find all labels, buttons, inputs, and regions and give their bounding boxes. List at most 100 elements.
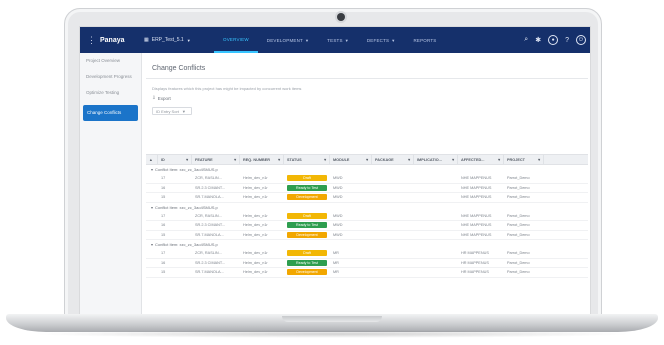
chevron-down-icon: ▼ (344, 37, 349, 43)
cell-feature[interactable]: ZCR, RASLIN... (192, 249, 240, 258)
cell-implication (414, 184, 458, 193)
nav-tab-label: DEFECTS (366, 37, 390, 43)
row-spacer (146, 184, 158, 193)
export-button[interactable]: ⇩ Export (146, 93, 588, 103)
cell-id: 17 (161, 251, 166, 256)
help-icon[interactable]: ? (565, 37, 569, 44)
cell-feature[interactable]: SR.7.MANOLA... (192, 193, 240, 202)
filter-icon[interactable]: ▾ (408, 157, 410, 162)
group-row[interactable]: ▾ Conflict Item: xzc_zc_3ao4SMUS.p (146, 165, 588, 174)
column-header-label: PACKAGE (375, 157, 394, 162)
table-row[interactable]: 16 SR.2.3 CIMANT... Helm_dev_n1r Ready to T… (146, 184, 588, 193)
chevron-down-icon: ▼ (186, 37, 191, 43)
project-name: ERP_Test_5.1 (151, 37, 184, 43)
filter-icon[interactable]: ▾ (234, 157, 236, 162)
nav-tab-development[interactable]: DEVELOPMENT ▼ (258, 27, 318, 53)
cell-feature[interactable]: SR.2.3 CIMANT... (192, 184, 240, 193)
column-header[interactable]: STATUS ▾ (284, 155, 330, 164)
group-by-dropdown[interactable]: ID Entry Sort ▼ (152, 107, 192, 115)
column-header-label: AFFECTED... (461, 157, 485, 162)
column-header[interactable]: PACKAGE ▾ (372, 155, 414, 164)
cell-project: Parrot_Demo (507, 195, 530, 200)
group-row[interactable]: ▾ Conflict Item: xzc_zc_3ao4SMUS.p (146, 203, 588, 212)
column-header[interactable]: REQ. NUMBER ▾ (240, 155, 284, 164)
menu-icon[interactable]: ⋮ (87, 35, 96, 46)
project-selector[interactable]: ▦ ERP_Test_5.1 ▼ (144, 37, 214, 43)
cell-feature[interactable]: ZCR, RASLIN... (192, 212, 240, 221)
status-badge: Development (287, 194, 327, 201)
status-badge: Development (287, 231, 327, 238)
filter-icon[interactable]: ▾ (278, 157, 280, 162)
table-row[interactable]: 15 SR.7.MANOLA... Helm_dev_n1r Development M… (146, 231, 588, 240)
column-header[interactable]: MODULE ▾ (330, 155, 372, 164)
sidebar-item-project-overview[interactable]: Project Overview (80, 53, 141, 69)
cell-req-number: Helm_dev_n1r (243, 270, 268, 275)
sidebar-item-optimize-testing[interactable]: Optimize Testing (80, 85, 141, 101)
nav-tab-defects[interactable]: DEFECTS ▼ (358, 27, 405, 53)
table-row[interactable]: 17 ZCR, RASLIN... Helm_dev_n1r Draft MR HR MA… (146, 249, 588, 259)
chevron-down-icon: ▼ (181, 108, 186, 114)
cell-affected: HR MAPPENUS (461, 251, 489, 256)
cell-id: 16 (161, 260, 166, 265)
cell-module: MR (333, 251, 339, 256)
column-header[interactable]: AFFECTED... ▾ (458, 155, 504, 164)
column-header[interactable]: IMPLICATIO... ▾ (414, 155, 458, 164)
gear-icon[interactable]: ✱ (535, 36, 541, 44)
top-right-icons: ⌕ ✱ ● ? ⏻ (524, 27, 586, 53)
group-label: Conflict Item: xzc_zc_3ao4SMUS.p (155, 167, 218, 172)
filter-icon[interactable]: ▾ (324, 157, 326, 162)
cell-affected: NHE MAPPENUS (461, 223, 492, 228)
power-icon[interactable]: ⏻ (576, 35, 586, 45)
cell-project: Parrot_Demo (507, 251, 530, 256)
column-header[interactable]: FEATURE ▾ (192, 155, 240, 164)
table-row[interactable]: 16 SR.2.3 CIMANT... Helm_dev_n1r Ready to T… (146, 259, 588, 268)
cell-feature[interactable]: SR.2.3 CIMANT... (192, 221, 240, 230)
filter-icon[interactable]: ▾ (186, 157, 188, 162)
grid-icon: ▦ (144, 37, 149, 43)
cell-feature[interactable]: SR.7.MANOLA... (192, 231, 240, 240)
table-row[interactable]: 17 ZCR, RASLIN... Helm_dev_n1r Draft MWD NHE … (146, 174, 588, 184)
camera-icon (337, 13, 345, 21)
search-icon[interactable]: ⌕ (524, 36, 528, 44)
status-badge: Ready to Test (287, 259, 327, 266)
cell-feature[interactable]: SR.2.3 CIMANT... (192, 259, 240, 268)
group-row[interactable]: ▾ Conflict Item: xzc_zc_3ao4SMUS.p (146, 240, 588, 249)
user-avatar-icon[interactable]: ● (548, 35, 559, 45)
row-spacer (146, 231, 158, 240)
column-header[interactable]: PROJECT ▾ (504, 155, 544, 164)
filter-icon[interactable]: ▾ (366, 157, 368, 162)
row-spacer (146, 174, 158, 183)
column-header-label: ID (161, 157, 165, 162)
column-header[interactable]: ID ▾ (158, 155, 192, 164)
cell-module: MWD (333, 213, 343, 218)
cell-implication (414, 212, 458, 221)
sidebar-item-development-progress[interactable]: Development Progress (80, 69, 141, 85)
cell-module: MWD (333, 223, 343, 228)
table-row[interactable]: 15 SR.7.MANOLA... Helm_dev_n1r Development M… (146, 268, 588, 278)
cell-package (372, 193, 414, 202)
row-spacer (146, 212, 158, 221)
table-row[interactable]: 17 ZCR, RASLIN... Helm_dev_n1r Draft MWD NHE … (146, 212, 588, 221)
cell-feature[interactable]: SR.7.MANOLA... (192, 268, 240, 277)
table-row[interactable]: 16 SR.2.3 CIMANT... Helm_dev_n1r Ready to T… (146, 221, 588, 231)
filter-icon[interactable]: ▾ (538, 157, 540, 162)
nav-tab-tests[interactable]: TESTS ▼ (318, 27, 358, 53)
cell-implication (414, 249, 458, 258)
brand-logo[interactable]: Panaya (100, 37, 144, 44)
select-all-checkbox[interactable]: ▲ (146, 155, 158, 164)
nav-tab-reports[interactable]: REPORTS (404, 27, 445, 53)
nav-tab-overview[interactable]: OVERVIEW (214, 27, 258, 53)
cell-feature[interactable]: ZCR, RASLIN... (192, 174, 240, 183)
status-badge: Draft (287, 250, 327, 257)
filter-icon[interactable]: ▾ (452, 157, 454, 162)
filter-icon[interactable]: ▾ (498, 157, 500, 162)
export-icon: ⇩ (152, 95, 156, 100)
table-row[interactable]: 15 SR.7.MANOLA... Helm_dev_n1r Development M… (146, 193, 588, 203)
sidebar-item-change-conflicts[interactable]: Change Conflicts (83, 105, 138, 121)
column-header-label: PROJECT (507, 157, 525, 162)
row-spacer (146, 268, 158, 277)
cell-package (372, 174, 414, 183)
cell-implication (414, 268, 458, 277)
cell-status: Development (284, 268, 330, 277)
row-spacer (146, 221, 158, 230)
